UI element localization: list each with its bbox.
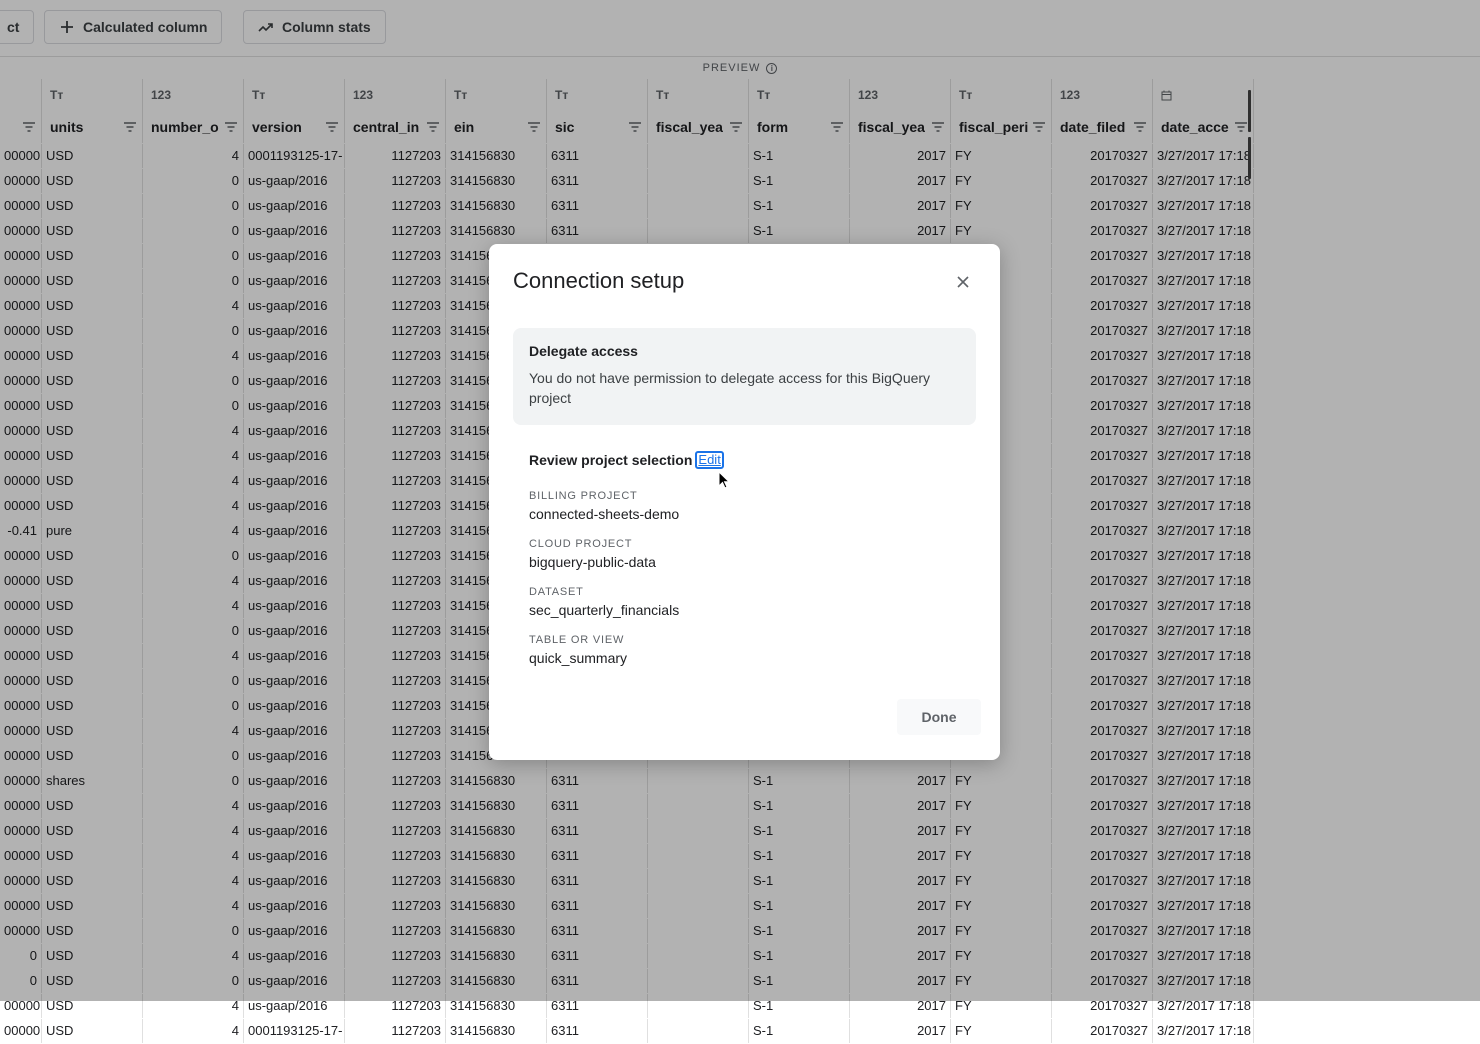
review-section-header: Review project selection Edit [529,451,724,469]
table-cell[interactable]: 00000 [0,1019,42,1043]
billing-project-field: BILLING PROJECT connected-sheets-demo [529,490,679,522]
review-title: Review project selection [529,452,693,468]
table-cell[interactable]: 20170327 [1052,1019,1153,1043]
notice-body: You do not have permission to delegate a… [529,370,931,406]
table-cell[interactable]: 1127203 [345,1019,446,1043]
table-cell[interactable]: 4 [143,1019,244,1043]
table-cell[interactable]: 0001193125-17- [244,1019,345,1043]
cloud-project-field: CLOUD PROJECT bigquery-public-data [529,538,656,570]
field-value: sec_quarterly_financials [529,602,680,618]
field-label: TABLE OR VIEW [529,634,625,646]
connection-setup-dialog: Connection setup Delegate access You do … [489,244,1000,760]
dialog-title: Connection setup [513,268,685,293]
table-cell[interactable]: S-1 [749,1019,850,1043]
edit-link[interactable]: Edit [695,451,724,469]
field-value: connected-sheets-demo [529,506,680,522]
table-cell[interactable] [648,1019,749,1043]
table-cell[interactable]: 3/27/2017 17:18 [1153,1019,1254,1043]
dataset-field: DATASET sec_quarterly_financials [529,586,679,618]
table-cell[interactable]: 2017 [850,1019,951,1043]
table-cell[interactable]: USD [42,1019,143,1043]
table-cell[interactable]: 6311 [547,1019,648,1043]
field-value: quick_summary [529,650,628,666]
field-label: BILLING PROJECT [529,490,638,502]
close-button[interactable] [951,270,975,294]
field-label: CLOUD PROJECT [529,538,633,550]
notice-title: Delegate access [529,343,638,359]
delegate-access-notice: Delegate access You do not have permissi… [513,328,976,425]
field-value: bigquery-public-data [529,554,656,570]
table-cell[interactable]: FY [951,1019,1052,1043]
table-or-view-field: TABLE OR VIEW quick_summary [529,634,627,666]
close-icon [957,276,969,288]
field-label: DATASET [529,586,584,598]
mouse-cursor-icon [718,471,730,489]
done-button[interactable]: Done [897,699,981,735]
table-cell[interactable]: 314156830 [446,1019,547,1043]
